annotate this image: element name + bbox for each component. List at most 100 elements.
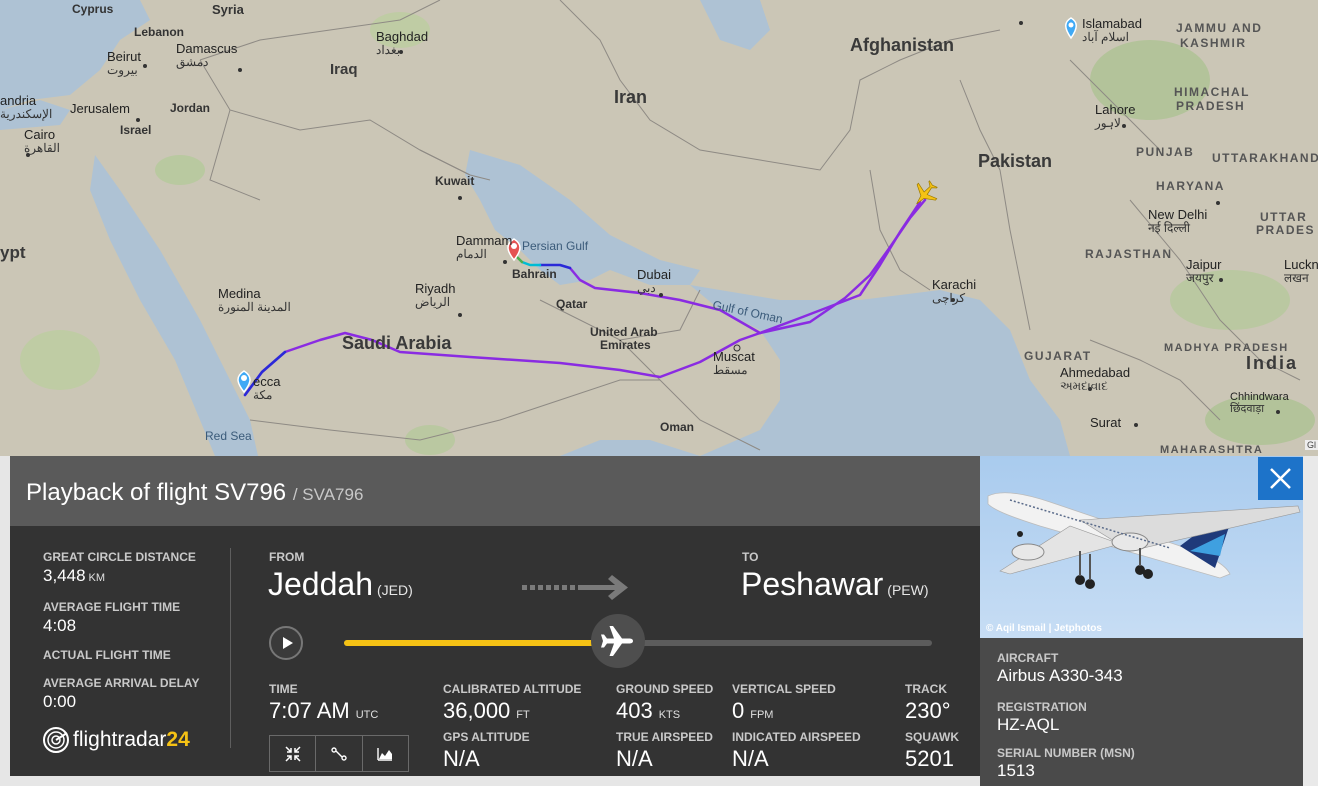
stat-label-distance: GREAT CIRCLE DISTANCE bbox=[43, 550, 196, 564]
panel-header: Playback of flight SV796 / SVA796 bbox=[10, 456, 980, 526]
country-label-cyprus: Cyprus bbox=[72, 2, 114, 16]
map[interactable]: Cyprus Syria Lebanon Jordan Israel Iraq … bbox=[0, 0, 1318, 456]
right-gutter bbox=[1303, 456, 1318, 786]
from-label: FROM bbox=[269, 550, 305, 564]
country-label-qatar: Qatar bbox=[556, 297, 588, 311]
region-label-uttarakhand: UTTARAKHAND bbox=[1212, 151, 1318, 165]
time-value: 7:07 AM UTC bbox=[269, 698, 379, 723]
country-label-uae-1: United Arab bbox=[590, 325, 658, 339]
aircraft-type-value: Airbus A330-343 bbox=[997, 666, 1123, 685]
map-edge-fragment: Gl bbox=[1305, 440, 1318, 450]
stat-label-avg-flight-time: AVERAGE FLIGHT TIME bbox=[43, 600, 181, 614]
ground-speed-value: 403 KTS bbox=[616, 698, 681, 723]
registration-value[interactable]: HZ-AQL bbox=[997, 715, 1059, 735]
flight-callsign: / SVA796 bbox=[292, 485, 364, 504]
squawk-label: SQUAWK bbox=[905, 730, 959, 744]
close-icon bbox=[1270, 468, 1291, 489]
region-label-madhya-pradesh: MADHYA PRADESH bbox=[1164, 342, 1289, 354]
calibrated-altitude-label: CALIBRATED ALTITUDE bbox=[443, 682, 582, 696]
city-label-surat: Surat bbox=[1090, 415, 1122, 430]
serial-number-label: SERIAL NUMBER (MSN) bbox=[997, 746, 1135, 760]
country-label-saudi-arabia: Saudi Arabia bbox=[342, 333, 452, 353]
route-icon bbox=[331, 746, 347, 761]
stat-value-distance: 3,448 KM bbox=[43, 566, 106, 585]
city-label-chhindwara: Chhindwara छिंदवाड़ा bbox=[1230, 391, 1289, 415]
aircraft-photo-image bbox=[980, 456, 1303, 638]
route-button[interactable] bbox=[316, 736, 363, 771]
city-label-jerusalem: Jerusalem bbox=[70, 101, 130, 116]
aircraft-details: AIRCRAFT Airbus A330-343 REGISTRATION HZ… bbox=[980, 638, 1303, 786]
country-label-egypt: ypt bbox=[0, 243, 26, 262]
graph-button[interactable] bbox=[363, 736, 408, 771]
fullscreen-button[interactable] bbox=[270, 736, 317, 771]
aircraft-photo[interactable]: © Aqil Ismail | Jetphotos bbox=[980, 456, 1303, 638]
to-label: TO bbox=[742, 550, 759, 564]
city-label-alexandria: andria الإسكندرية bbox=[0, 93, 53, 121]
country-label-bahrain: Bahrain bbox=[512, 267, 557, 281]
true-airspeed-label: TRUE AIRSPEED bbox=[616, 730, 713, 744]
country-label-syria: Syria bbox=[212, 2, 244, 17]
panel-body: GREAT CIRCLE DISTANCE 3,448 KM AVERAGE FL… bbox=[10, 526, 980, 776]
serial-number-value: 1513 bbox=[997, 761, 1035, 780]
region-label-haryana: HARYANA bbox=[1156, 179, 1225, 193]
city-label-cairo: Cairo القاهرة bbox=[24, 127, 60, 155]
origin-airport[interactable]: Jeddah (JED) bbox=[268, 566, 413, 603]
country-label-oman: Oman bbox=[660, 420, 695, 434]
aircraft-panel: © Aqil Ismail | Jetphotos AIRCRAFT Airbu… bbox=[980, 456, 1303, 786]
region-label-jammu: JAMMU AND bbox=[1176, 21, 1263, 35]
city-label-damascus: Damascus دمشق bbox=[176, 41, 238, 69]
city-label-jaipur: Jaipur जयपुर bbox=[1186, 257, 1222, 285]
stat-value-avg-arrival-delay: 0:00 bbox=[43, 692, 77, 711]
photo-credit[interactable]: © Aqil Ismail | Jetphotos bbox=[986, 623, 1102, 634]
stat-label-actual-flight-time: ACTUAL FLIGHT TIME bbox=[43, 648, 171, 662]
indicated-airspeed-label: INDICATED AIRSPEED bbox=[732, 730, 861, 744]
region-label-uttar: UTTAR bbox=[1260, 210, 1308, 224]
region-label-maharashtra: MAHARASHTRA bbox=[1160, 444, 1264, 456]
country-label-pakistan: Pakistan bbox=[978, 151, 1053, 171]
track-label: TRACK bbox=[905, 682, 947, 696]
city-label-ahmedabad: Ahmedabad અમદાવાદ bbox=[1060, 365, 1131, 393]
city-label-medina: Medina المدينة المنورة bbox=[218, 286, 291, 314]
chart-icon bbox=[377, 747, 393, 761]
city-label-dammam: Dammam الدمام bbox=[456, 233, 513, 261]
city-label-dubai: Dubai دبي bbox=[637, 267, 671, 295]
time-label: TIME bbox=[269, 682, 298, 696]
water-label-red-sea: Red Sea bbox=[205, 429, 252, 443]
flightradar24-logo[interactable]: flightradar24 bbox=[43, 727, 190, 753]
city-label-mecca: ecca مكة bbox=[253, 374, 281, 402]
country-label-uae-2: Emirates bbox=[600, 338, 651, 352]
city-label-lucknow: Luckn लखन bbox=[1284, 257, 1318, 285]
city-label-karachi: Karachi کراچی bbox=[932, 277, 977, 305]
route-arrow-icon bbox=[522, 575, 628, 600]
gps-altitude-label: GPS ALTITUDE bbox=[443, 730, 530, 744]
city-label-islamabad: Islamabad اسلام آباد bbox=[1082, 16, 1142, 44]
country-label-lebanon: Lebanon bbox=[134, 25, 184, 39]
calibrated-altitude-value: 36,000 FT bbox=[443, 698, 530, 723]
close-button[interactable] bbox=[1258, 457, 1303, 500]
airplane-icon bbox=[601, 626, 633, 656]
gps-altitude-value: N/A bbox=[443, 746, 480, 771]
squawk-value: 5201 bbox=[905, 746, 954, 771]
country-label-jordan: Jordan bbox=[170, 101, 211, 115]
track-value: 230° bbox=[905, 698, 951, 723]
logo-text: flightradar24 bbox=[73, 728, 190, 751]
registration-label: REGISTRATION bbox=[997, 700, 1087, 714]
view-tools bbox=[269, 735, 409, 772]
stat-label-avg-arrival-delay: AVERAGE ARRIVAL DELAY bbox=[43, 676, 200, 690]
region-label-himachal: HIMACHAL bbox=[1174, 85, 1250, 99]
indicated-airspeed-value: N/A bbox=[732, 746, 769, 771]
region-label-rajasthan: RAJASTHAN bbox=[1085, 247, 1173, 261]
country-label-afghanistan: Afghanistan bbox=[850, 35, 955, 55]
water-label-persian-gulf: Persian Gulf bbox=[522, 239, 589, 253]
destination-airport[interactable]: Peshawar (PEW) bbox=[741, 566, 929, 603]
collapse-arrows-icon bbox=[285, 745, 301, 762]
radar-icon bbox=[43, 727, 69, 753]
vertical-speed-value: 0 FPM bbox=[732, 698, 774, 723]
playback-handle[interactable] bbox=[591, 614, 645, 668]
city-label-new-delhi: New Delhi नई दिल्ली bbox=[1148, 207, 1208, 235]
country-label-iran: Iran bbox=[614, 87, 648, 107]
play-button[interactable] bbox=[269, 626, 303, 660]
country-label-israel: Israel bbox=[120, 123, 152, 137]
region-label-gujarat: GUJARAT bbox=[1024, 349, 1092, 363]
ground-speed-label: GROUND SPEED bbox=[616, 682, 714, 696]
